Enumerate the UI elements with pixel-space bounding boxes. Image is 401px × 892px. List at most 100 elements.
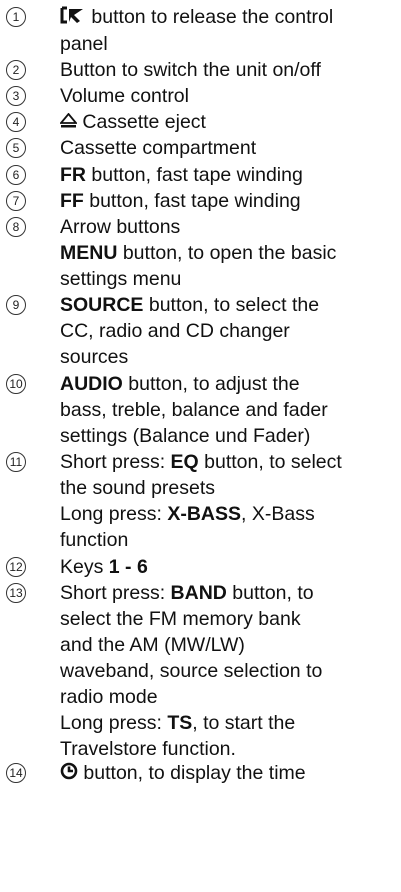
description-line: Arrow buttons bbox=[60, 214, 396, 240]
description-line: Short press: BAND button, to bbox=[60, 580, 396, 606]
item-description: Button to switch the unit on/off bbox=[60, 57, 396, 83]
item-number: 6 bbox=[6, 165, 26, 185]
description-line: function bbox=[60, 527, 396, 553]
item-number: 8 bbox=[6, 217, 26, 237]
description-line: radio mode bbox=[60, 684, 396, 710]
item-description: Short press: EQ button, to select the sou… bbox=[60, 449, 396, 553]
line-prefix: Long press: bbox=[60, 712, 168, 734]
description-line: Volume control bbox=[60, 83, 396, 109]
line-text: select the FM memory bank bbox=[60, 608, 301, 630]
item-number: 5 bbox=[6, 138, 26, 158]
line-text: Arrow buttons bbox=[60, 216, 181, 238]
line-text: CC, radio and CD changer bbox=[60, 320, 290, 342]
description-line: the sound presets bbox=[60, 475, 396, 501]
line-prefix: Keys bbox=[60, 556, 109, 578]
description-line: Cassette eject bbox=[59, 109, 396, 136]
item-number: 11 bbox=[6, 452, 26, 472]
description-line: FR button, fast tape winding bbox=[60, 162, 396, 188]
line-rest: button, to bbox=[226, 582, 314, 604]
description-line: MENU button, to open the basic bbox=[60, 240, 396, 266]
line-rest: button, to select the bbox=[143, 294, 320, 316]
item-description: AUDIO button, to adjust the bass, treble,… bbox=[60, 371, 396, 449]
description-line: Cassette compartment bbox=[60, 135, 396, 161]
description-line: Short press: EQ button, to select bbox=[60, 449, 396, 475]
item-description: Arrow buttons MENU button, to open the ba… bbox=[60, 214, 396, 292]
line-rest: button, to select bbox=[198, 451, 342, 473]
description-line: Travelstore function. bbox=[60, 736, 396, 762]
description-line: sources bbox=[60, 344, 396, 370]
line-text: Cassette compartment bbox=[60, 137, 257, 159]
description-line: Long press: X-BASS, X-Bass bbox=[60, 501, 396, 527]
item-number: 12 bbox=[6, 557, 26, 577]
description-line: AUDIO button, to adjust the bbox=[60, 371, 396, 397]
line-text: radio mode bbox=[60, 686, 158, 708]
description-line: bass, treble, balance and fader bbox=[60, 397, 396, 423]
line-text: Travelstore function. bbox=[60, 738, 236, 760]
item-description: FF button, fast tape winding bbox=[60, 188, 396, 214]
description-line: button to release the control bbox=[60, 4, 396, 31]
item-description: Volume control bbox=[60, 83, 396, 109]
key-label: AUDIO bbox=[60, 373, 123, 395]
item-number: 14 bbox=[6, 763, 26, 783]
item-description: Keys 1 - 6 bbox=[60, 554, 396, 580]
line-rest: button to release the control bbox=[86, 6, 334, 28]
item-description: SOURCE button, to select the CC, radio an… bbox=[60, 292, 396, 370]
line-text: function bbox=[60, 529, 129, 551]
item-number: 3 bbox=[6, 86, 26, 106]
description-line: and the AM (MW/LW) bbox=[60, 632, 396, 658]
key-label: SOURCE bbox=[60, 294, 144, 316]
line-rest: , to start the bbox=[192, 712, 296, 734]
clock-icon bbox=[60, 761, 78, 787]
line-text: Volume control bbox=[60, 85, 189, 107]
item-number: 9 bbox=[6, 295, 26, 315]
item-description: FR button, fast tape winding bbox=[60, 162, 396, 188]
key-label: FF bbox=[60, 190, 84, 212]
description-line: button, to display the time bbox=[60, 760, 396, 787]
line-text: the sound presets bbox=[60, 477, 216, 499]
key-label: 1 - 6 bbox=[108, 556, 148, 578]
item-number: 7 bbox=[6, 191, 26, 211]
line-rest: button, fast tape winding bbox=[83, 190, 301, 212]
line-rest: Cassette eject bbox=[77, 111, 206, 133]
item-description: button to release the control panel bbox=[60, 4, 396, 57]
item-number: 1 bbox=[6, 7, 26, 27]
line-prefix: Short press: bbox=[60, 582, 171, 604]
item-number: 4 bbox=[6, 112, 26, 132]
item-number: 10 bbox=[6, 374, 26, 394]
line-rest: button, fast tape winding bbox=[86, 164, 303, 186]
line-prefix: Short press: bbox=[60, 451, 171, 473]
description-line: Button to switch the unit on/off bbox=[60, 57, 396, 83]
description-line: Long press: TS, to start the bbox=[60, 710, 396, 736]
line-text: settings (Balance und Fader) bbox=[60, 425, 311, 447]
line-rest: button, to open the basic bbox=[117, 242, 337, 264]
line-text: Button to switch the unit on/off bbox=[60, 59, 321, 81]
description-line: select the FM memory bank bbox=[60, 606, 396, 632]
line-rest: , X-Bass bbox=[241, 503, 315, 525]
key-label: X-BASS bbox=[167, 503, 242, 525]
description-line: waveband, source selection to bbox=[60, 658, 396, 684]
item-description: Cassette compartment bbox=[60, 135, 396, 161]
key-label: TS bbox=[167, 712, 193, 734]
eject-icon bbox=[59, 110, 78, 136]
line-text: and the AM (MW/LW) bbox=[60, 634, 245, 656]
line-prefix: Long press: bbox=[60, 503, 168, 525]
description-line: settings (Balance und Fader) bbox=[60, 423, 396, 449]
line-text: panel bbox=[60, 32, 108, 55]
key-label: BAND bbox=[170, 582, 227, 604]
item-description: button, to display the time bbox=[60, 760, 396, 787]
description-line: settings menu bbox=[60, 266, 396, 292]
description-line: SOURCE button, to select the bbox=[60, 292, 396, 318]
key-label: MENU bbox=[60, 242, 118, 264]
release-panel-icon bbox=[60, 5, 86, 31]
key-label: FR bbox=[60, 164, 86, 186]
key-label: EQ bbox=[170, 451, 199, 473]
item-description: Short press: BAND button, to select the F… bbox=[60, 580, 396, 762]
description-line: CC, radio and CD changer bbox=[60, 318, 396, 344]
line-text: sources bbox=[60, 346, 129, 368]
line-text: bass, treble, balance and fader bbox=[60, 399, 328, 421]
description-line: panel bbox=[60, 31, 396, 57]
description-line: Keys 1 - 6 bbox=[60, 554, 396, 580]
line-text: settings menu bbox=[60, 268, 182, 290]
item-description: Cassette eject bbox=[59, 109, 396, 136]
line-rest: button, to display the time bbox=[78, 762, 306, 784]
